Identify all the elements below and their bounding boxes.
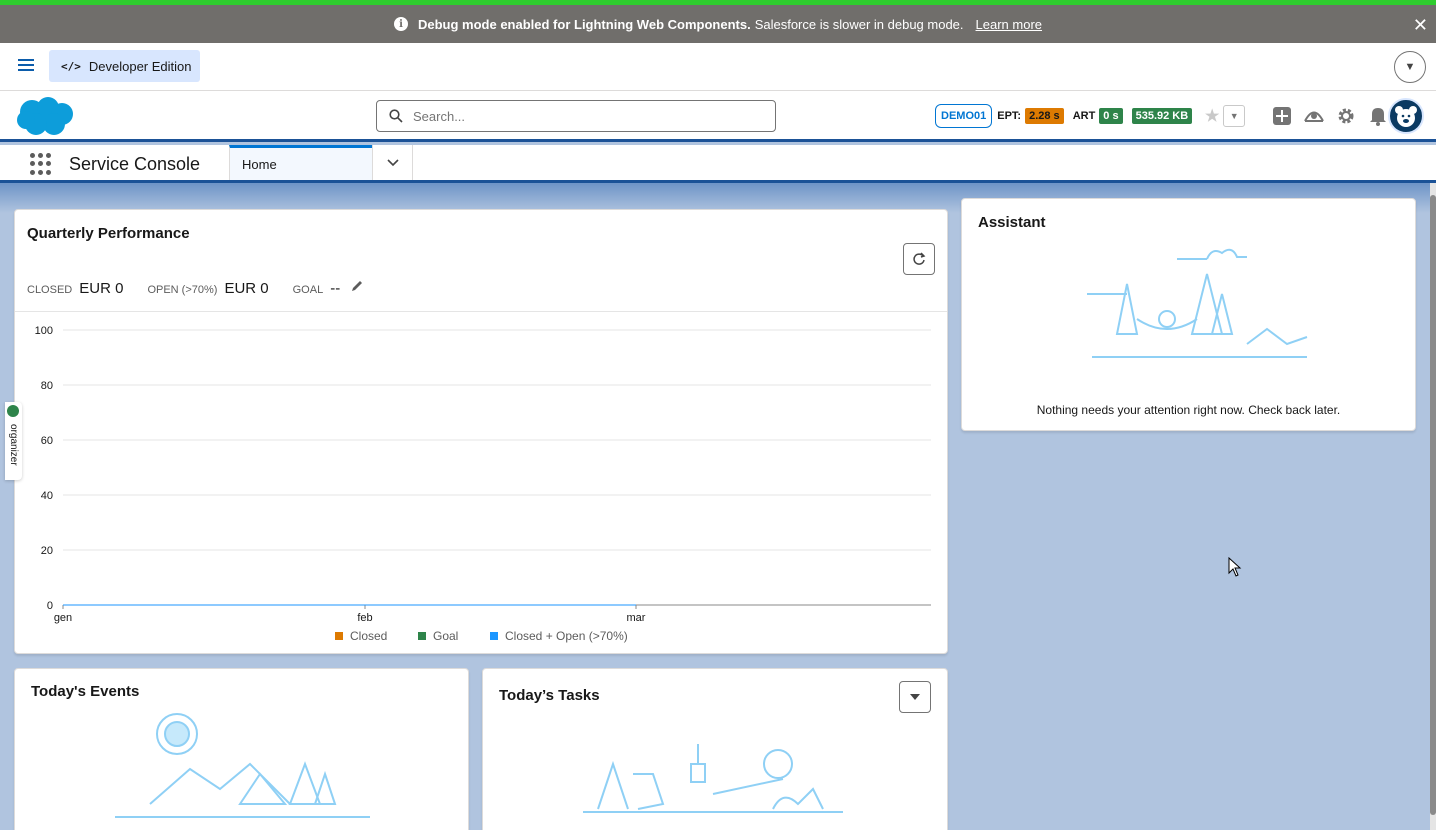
add-icon[interactable]	[1271, 105, 1293, 127]
trailhead-icon[interactable]	[1303, 105, 1325, 127]
developer-edition-button[interactable]: </> Developer Edition	[49, 50, 200, 82]
favorites-caret-icon[interactable]: ▼	[1223, 105, 1246, 127]
card-title: Assistant	[978, 214, 1046, 231]
refresh-icon	[913, 252, 926, 265]
closed-value: EUR 0	[79, 280, 124, 297]
organizer-icon	[7, 405, 19, 417]
art-value: 0 s	[1099, 108, 1123, 124]
y-tick-label: 0	[47, 600, 53, 612]
tasks-illustration	[583, 744, 843, 813]
developer-edition-bar: </> Developer Edition ▼	[0, 43, 1436, 91]
learn-more-link[interactable]: Learn more	[976, 17, 1042, 32]
info-icon: i	[393, 17, 408, 31]
goal-value: --	[330, 280, 341, 297]
y-tick-label: 60	[41, 435, 53, 447]
navigation-menu-chevron-icon[interactable]	[372, 145, 413, 180]
global-search[interactable]	[376, 100, 776, 132]
page-scrollbar[interactable]	[1430, 183, 1436, 830]
star-icon[interactable]: ★	[1201, 105, 1223, 127]
card-title: Today’s Tasks	[499, 687, 600, 704]
global-header: DEMO01 EPT: 2.28 s ART 0 s 535.92 KB ★ ▼	[0, 91, 1436, 142]
search-icon	[389, 109, 403, 123]
camping-illustration	[1087, 248, 1308, 358]
debug-banner: i Debug mode enabled for Lightning Web C…	[0, 0, 1436, 43]
edit-goal-pencil-icon[interactable]	[350, 279, 364, 293]
legend-label: Goal	[433, 629, 458, 643]
menu-icon[interactable]	[18, 59, 34, 73]
debug-banner-text: Salesforce is slower in debug mode.	[754, 16, 964, 32]
scrollbar-thumb[interactable]	[1430, 195, 1436, 815]
bear-avatar-icon	[1395, 106, 1417, 127]
performance-metrics: CLOSED EUR 0 OPEN (>70%) EUR 0 GOAL --	[27, 279, 364, 297]
avatar[interactable]	[1388, 98, 1424, 134]
y-tick-label: 100	[35, 325, 53, 337]
bell-icon[interactable]	[1367, 105, 1389, 127]
navigation-bar: Service Console Home	[0, 145, 1436, 183]
todays-events-card: Today's Events	[14, 668, 469, 830]
legend-swatch	[418, 632, 426, 640]
goal-label: GOAL	[292, 284, 324, 296]
open-label: OPEN (>70%)	[147, 284, 218, 296]
chevron-down-icon	[910, 694, 920, 700]
y-tick-label: 40	[41, 490, 53, 502]
y-tick-label: 80	[41, 380, 53, 392]
open-value: EUR 0	[224, 280, 269, 297]
code-icon: </>	[61, 59, 81, 73]
mouse-cursor-icon	[1228, 557, 1242, 577]
todays-tasks-card: Today’s Tasks	[482, 668, 948, 830]
chevron-down-icon[interactable]: ▼	[1394, 51, 1426, 83]
ept-value: 2.28 s	[1025, 108, 1064, 124]
closed-label: CLOSED	[27, 284, 73, 296]
x-tick-label: mar	[627, 612, 646, 624]
ept-label: EPT:	[997, 110, 1022, 122]
favorites: ★ ▼	[1201, 105, 1246, 127]
app-name: Service Console	[69, 154, 201, 174]
card-title: Today's Events	[31, 683, 140, 700]
y-tick-label: 20	[41, 545, 53, 557]
quarterly-performance-card: Quarterly Performance CLOSED EUR 0 OPEN …	[14, 209, 948, 654]
legend-label: Closed + Open (>70%)	[505, 629, 628, 643]
tab-home[interactable]: Home	[229, 145, 372, 180]
header-utilities: DEMO01 EPT: 2.28 s ART 0 s 535.92 KB ★ ▼	[935, 102, 1399, 130]
events-illustration	[115, 713, 370, 818]
x-tick-label: feb	[357, 612, 372, 624]
legend-swatch	[335, 632, 343, 640]
legend-label: Closed	[350, 629, 387, 643]
assistant-card: Assistant Nothing needs your attention r…	[961, 198, 1416, 431]
app-launcher-icon[interactable]	[30, 153, 52, 175]
art-label: ART	[1072, 110, 1096, 122]
refresh-button[interactable]	[903, 243, 935, 275]
card-title: Quarterly Performance	[27, 225, 190, 242]
org-badge[interactable]: DEMO01	[935, 104, 993, 128]
x-tick-label: gen	[54, 612, 72, 624]
close-icon[interactable]: ✕	[1413, 15, 1428, 36]
quarterly-performance-chart: 0 20 40 60 80 100 gen feb mar Closed Goal Closed + …	[35, 325, 931, 643]
organizer-label: organizer	[8, 424, 19, 466]
organizer-tab[interactable]: organizer	[5, 402, 22, 480]
assistant-message: Nothing needs your attention right now. …	[1036, 403, 1341, 417]
tasks-filter-dropdown[interactable]	[899, 681, 931, 713]
search-input[interactable]	[413, 108, 753, 124]
gear-icon[interactable]	[1335, 105, 1357, 127]
developer-edition-label: Developer Edition	[88, 58, 192, 74]
debug-banner-bold-text: Debug mode enabled for Lightning Web Com…	[417, 16, 751, 32]
memory-value: 535.92 KB	[1131, 108, 1193, 124]
legend-swatch	[490, 632, 498, 640]
salesforce-cloud-logo[interactable]	[16, 96, 76, 138]
